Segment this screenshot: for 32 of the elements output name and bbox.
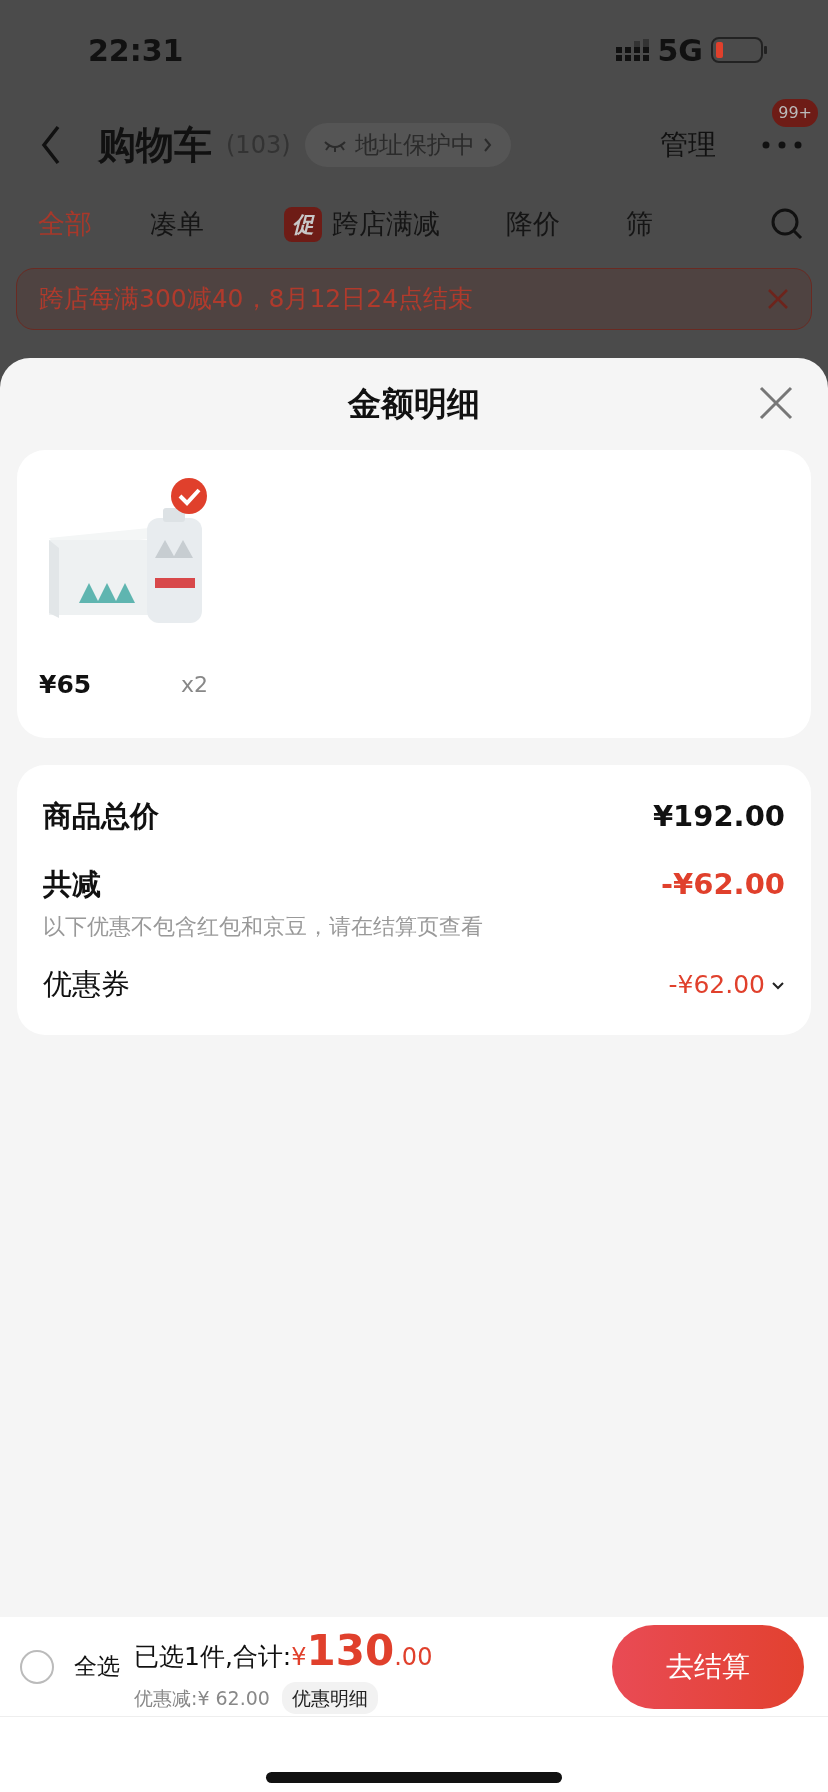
promo-banner-text: 跨店每满300减40，8月12日24点结束 xyxy=(39,283,474,316)
discount-amount: 优惠减:¥ 62.00 xyxy=(134,1685,270,1711)
close-icon[interactable] xyxy=(759,386,793,420)
network-label: 5G xyxy=(657,31,703,70)
summary-value: -¥62.00 xyxy=(668,969,765,1001)
manage-link[interactable]: 管理 xyxy=(660,124,716,166)
summary-label: 共减 xyxy=(43,865,101,903)
signal-icon xyxy=(615,39,650,61)
summary-label: 优惠券 xyxy=(43,966,130,1003)
filter-tab[interactable]: 全部 xyxy=(38,203,92,245)
back-icon[interactable] xyxy=(40,125,62,165)
discount-details-button[interactable]: 优惠明细 xyxy=(281,1681,378,1715)
item-quantity: x2 xyxy=(181,671,209,700)
select-all-label: 全选 xyxy=(74,1652,120,1682)
select-all-checkbox[interactable] xyxy=(20,1649,54,1684)
selected-summary: 已选1件,合计: xyxy=(134,1640,292,1673)
chevron-right-icon xyxy=(482,137,493,153)
promo-tag: 促 xyxy=(284,206,322,242)
item-price: ¥65 xyxy=(39,669,93,701)
summary-value: ¥192.00 xyxy=(652,798,785,835)
status-time: 22:31 xyxy=(88,31,184,70)
checkout-button[interactable]: 去结算 xyxy=(612,1624,804,1709)
sheet-title: 金额明细 xyxy=(348,383,480,426)
summary-note: 以下优惠不包含红包和京豆，请在结算页查看 xyxy=(43,913,484,941)
page-title: 购物车 xyxy=(98,121,212,169)
total-price: ¥130.00 xyxy=(291,1624,433,1677)
battery-icon xyxy=(711,37,768,63)
summary-value: -¥62.00 xyxy=(661,865,785,903)
home-indicator[interactable] xyxy=(266,1771,562,1783)
search-icon[interactable] xyxy=(770,207,804,241)
summary-label: 商品总价 xyxy=(43,798,159,835)
notification-badge: 99+ xyxy=(772,99,818,127)
